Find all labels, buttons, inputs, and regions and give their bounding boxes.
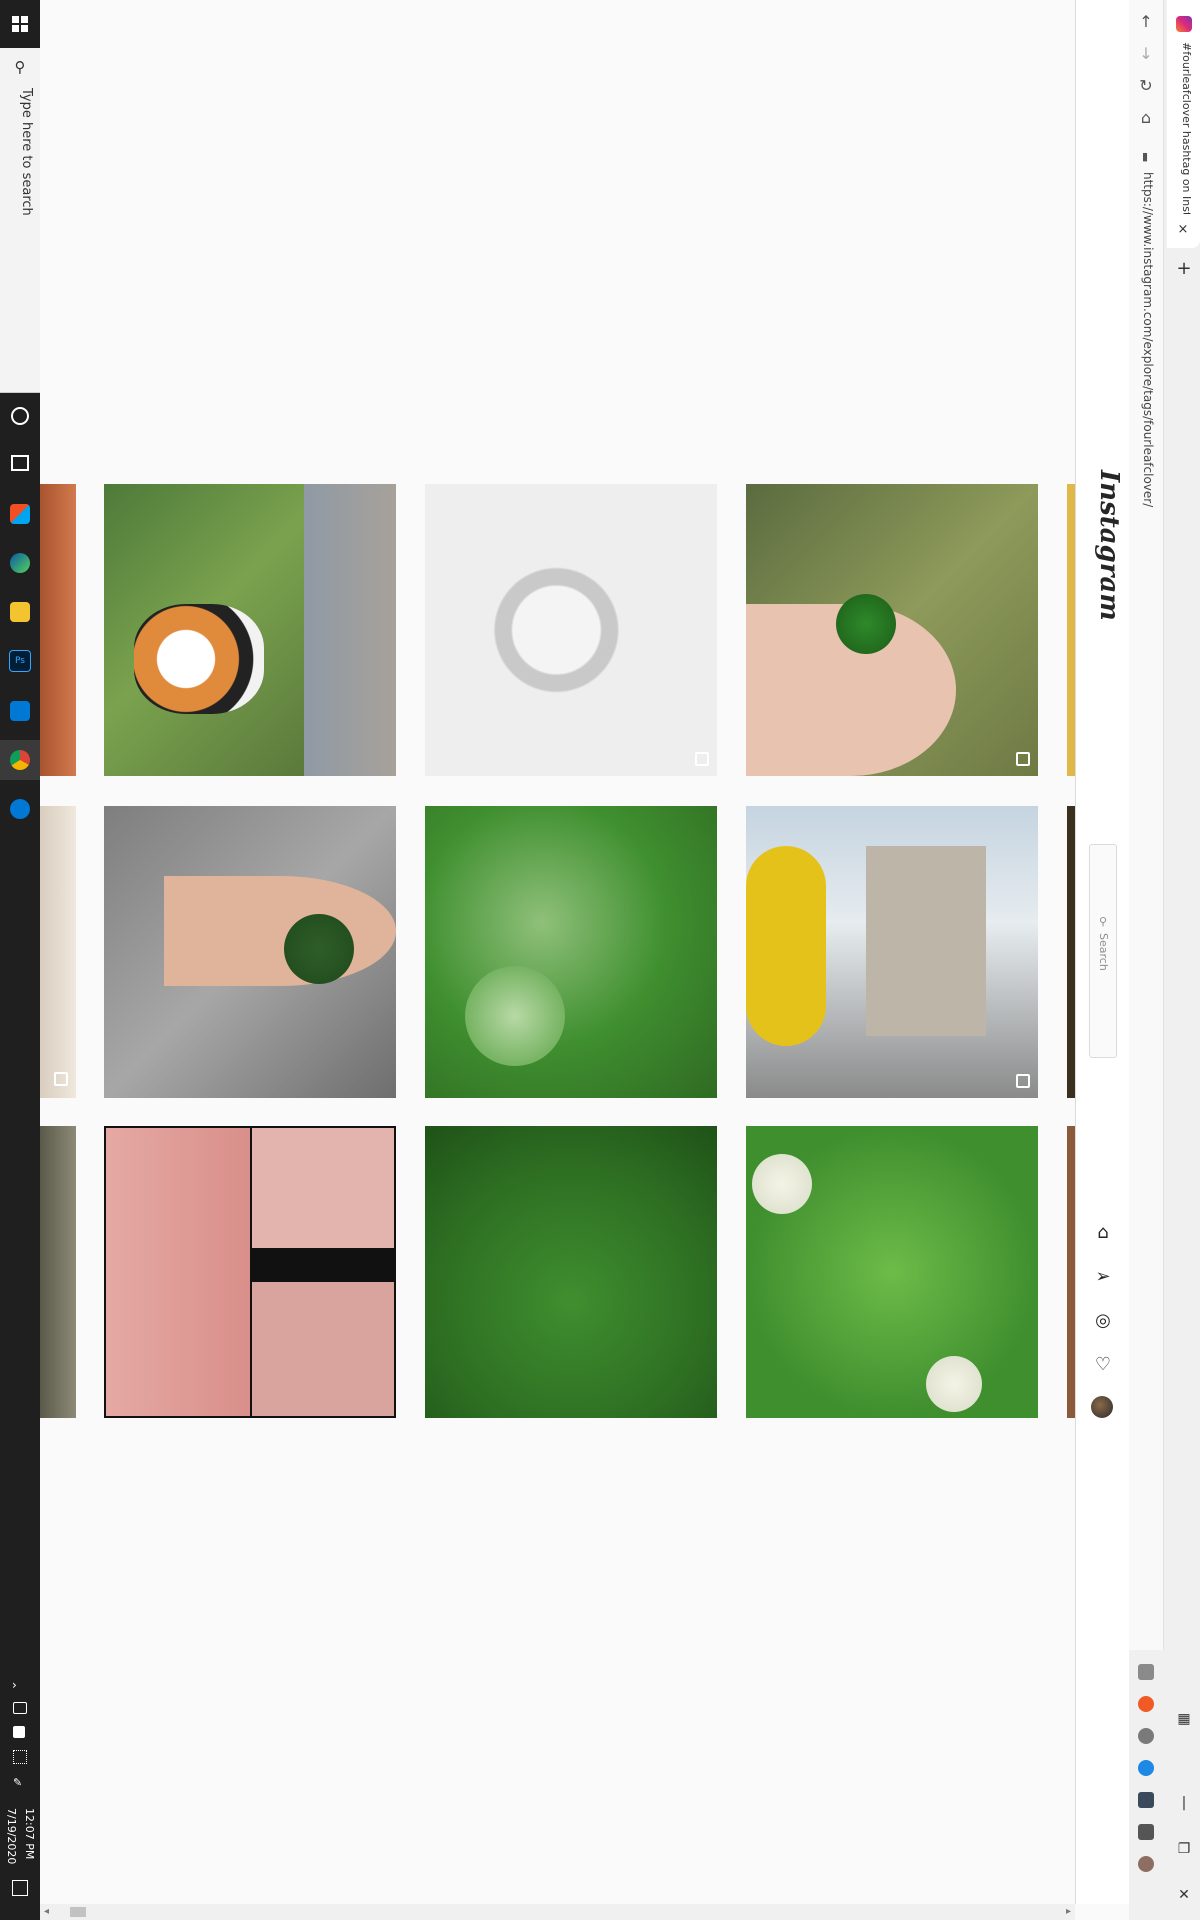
home-icon[interactable]: ⌂ bbox=[1090, 1219, 1116, 1245]
forward-icon[interactable]: ↓ bbox=[1133, 40, 1159, 66]
building-shape bbox=[866, 846, 986, 1036]
close-window-icon[interactable]: ✕ bbox=[1171, 1882, 1197, 1908]
network-icon[interactable] bbox=[13, 1750, 27, 1764]
home-page-icon[interactable]: ⌂ bbox=[1133, 104, 1159, 130]
photoshop-label: Ps bbox=[9, 650, 31, 672]
multiple-posts-icon bbox=[54, 1072, 68, 1086]
settings-icon[interactable] bbox=[0, 789, 40, 829]
speaker-icon[interactable] bbox=[13, 1702, 27, 1714]
battery-icon[interactable] bbox=[13, 1726, 25, 1738]
minimize-icon[interactable]: | bbox=[1171, 1790, 1197, 1816]
tab-title: #fourleafclover hashtag on Insta bbox=[1180, 42, 1193, 214]
restore-icon[interactable]: ❐ bbox=[1171, 1836, 1197, 1862]
windows-taskbar: ⚲ Type here to search Ps › ✎ 12:07 PM 7/… bbox=[0, 0, 40, 1920]
post-thumbnail-partial[interactable] bbox=[40, 484, 76, 776]
lock-icon[interactable]: ▮ bbox=[1138, 150, 1152, 164]
scroll-right-icon[interactable]: ▸ bbox=[1059, 1906, 1071, 1918]
extension-b-icon[interactable] bbox=[1138, 1760, 1154, 1776]
post-thumbnail[interactable] bbox=[425, 1126, 717, 1418]
clover-leaf-shape bbox=[284, 914, 354, 984]
address-bar-strip: ↑ ↓ ↻ ⌂ ▮ https://www.instagram.com/expl… bbox=[1129, 0, 1164, 1872]
windows-icon bbox=[12, 16, 28, 32]
browser-chrome: ↑ ↓ ↻ ⌂ ▮ https://www.instagram.com/expl… bbox=[1129, 0, 1200, 1920]
reload-icon[interactable]: ↻ bbox=[1133, 72, 1159, 98]
clover-flower-shape bbox=[752, 1154, 812, 1214]
scroll-left-icon[interactable]: ◂ bbox=[44, 1906, 56, 1918]
extension-g-icon[interactable] bbox=[1138, 1664, 1154, 1680]
post-thumbnail[interactable] bbox=[104, 806, 396, 1098]
post-thumbnail[interactable] bbox=[746, 484, 1038, 776]
pen-icon[interactable]: ✎ bbox=[13, 1776, 25, 1789]
post-thumbnail[interactable] bbox=[746, 806, 1038, 1098]
chevron-up-icon[interactable]: › bbox=[12, 1678, 17, 1692]
multiple-posts-icon bbox=[1016, 752, 1030, 766]
four-leaf-clover-shape bbox=[836, 594, 896, 654]
post-thumbnail-partial[interactable] bbox=[1067, 484, 1075, 776]
post-thumbnail-partial[interactable] bbox=[40, 806, 76, 1098]
start-button[interactable] bbox=[0, 0, 40, 48]
post-thumbnail-partial[interactable] bbox=[1067, 806, 1075, 1098]
extensions-puzzle-icon[interactable] bbox=[1138, 1824, 1154, 1840]
profile-avatar[interactable] bbox=[1091, 1396, 1113, 1418]
edge-icon[interactable] bbox=[0, 543, 40, 583]
instagram-content bbox=[40, 0, 1075, 1904]
hand-shape bbox=[164, 876, 396, 986]
wall-shape bbox=[304, 484, 396, 776]
clock-time: 12:07 PM bbox=[23, 1808, 36, 1860]
cat-shape bbox=[134, 604, 264, 714]
activity-icon[interactable]: ♡ bbox=[1090, 1351, 1116, 1377]
photoshop-icon[interactable]: Ps bbox=[0, 641, 40, 681]
extension-circle-icon[interactable] bbox=[1138, 1728, 1154, 1744]
extension-screen-icon[interactable] bbox=[1138, 1792, 1154, 1808]
layout-icon[interactable]: ▦ bbox=[1171, 1706, 1197, 1732]
post-thumbnail[interactable] bbox=[425, 806, 717, 1098]
notifications-icon[interactable] bbox=[12, 1880, 28, 1896]
multiple-posts-icon bbox=[1016, 1074, 1030, 1088]
task-view-icon[interactable] bbox=[0, 443, 40, 483]
tattoo-astronaut-shape bbox=[252, 1282, 394, 1416]
instagram-logo[interactable]: Instagram bbox=[1084, 470, 1124, 621]
cortana-icon[interactable] bbox=[0, 396, 40, 436]
taskbar-clock[interactable]: 12:07 PM 7/19/2020 bbox=[2, 1808, 38, 1888]
post-thumbnail[interactable] bbox=[104, 1126, 396, 1418]
tattoo-elephants-shape bbox=[106, 1128, 250, 1416]
post-thumbnail[interactable] bbox=[425, 484, 717, 776]
outlook-icon[interactable] bbox=[0, 691, 40, 731]
search-placeholder: Search bbox=[1097, 933, 1110, 971]
scrollbar-thumb[interactable] bbox=[70, 1907, 86, 1917]
new-tab-button[interactable]: + bbox=[1173, 258, 1195, 280]
instagram-favicon-icon bbox=[1176, 16, 1192, 32]
back-icon[interactable]: ↑ bbox=[1133, 8, 1159, 34]
clock-date: 7/19/2020 bbox=[5, 1808, 18, 1865]
taskbar-search-placeholder: Type here to search bbox=[19, 88, 34, 216]
direct-icon[interactable]: ➢ bbox=[1090, 1263, 1116, 1289]
clover-leaf-shape bbox=[465, 966, 565, 1066]
post-thumbnail[interactable] bbox=[104, 484, 396, 776]
yellow-submarine-shape bbox=[746, 846, 826, 1046]
explore-icon[interactable]: ◎ bbox=[1090, 1307, 1116, 1333]
post-thumbnail[interactable] bbox=[746, 1126, 1038, 1418]
browser-profile-icon[interactable] bbox=[1138, 1856, 1154, 1872]
video-icon bbox=[695, 752, 709, 766]
url-bar[interactable]: https://www.instagram.com/explore/tags/f… bbox=[1137, 172, 1155, 532]
taskbar-search-box[interactable]: ⚲ Type here to search bbox=[0, 48, 40, 393]
store-icon[interactable] bbox=[0, 494, 40, 534]
horizontal-scrollbar[interactable]: ◂ ▸ bbox=[40, 1904, 1075, 1920]
extension-x-icon[interactable] bbox=[1138, 1696, 1154, 1712]
close-tab-icon[interactable]: × bbox=[1175, 222, 1191, 238]
instagram-header: Instagram ⚲ Search ⌂ ➢ ◎ ♡ bbox=[1075, 0, 1130, 1904]
file-explorer-icon[interactable] bbox=[0, 592, 40, 632]
browser-tab[interactable]: #fourleafclover hashtag on Insta × bbox=[1167, 0, 1200, 248]
chrome-icon[interactable] bbox=[0, 740, 40, 780]
search-icon: ⚲ bbox=[14, 58, 26, 76]
tattoo-clover-shape bbox=[252, 1128, 394, 1248]
post-thumbnail-partial[interactable] bbox=[1067, 1126, 1075, 1418]
search-icon: ⚲ bbox=[1098, 915, 1108, 928]
post-thumbnail-partial[interactable] bbox=[40, 1126, 76, 1418]
instagram-search-input[interactable]: ⚲ Search bbox=[1089, 844, 1117, 1058]
clover-flower-shape bbox=[926, 1356, 982, 1412]
